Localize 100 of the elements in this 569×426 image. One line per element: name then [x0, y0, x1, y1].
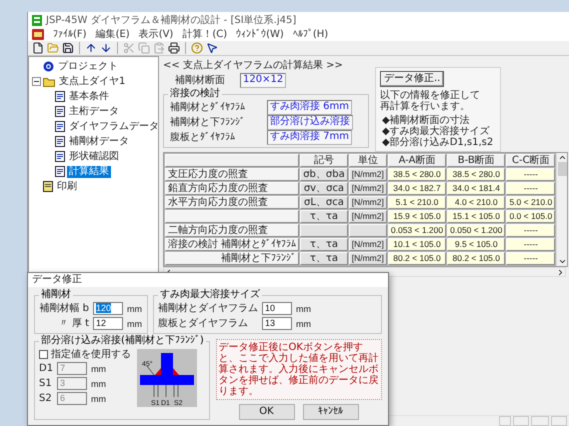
column-header: 記号: [300, 154, 348, 167]
arrow-up-icon[interactable]: [85, 42, 97, 54]
menu-item[interactable]: ﾌｧｲﾙ(F): [53, 28, 87, 41]
table-cell: [N/mm2]: [348, 252, 387, 265]
table-cell: 鉛直方向応力度の照査: [165, 182, 300, 195]
tree-item[interactable]: 支点上ダイヤ1: [57, 76, 128, 88]
field-label: 補剛材と下ﾌﾗﾝｼﾞ: [170, 116, 246, 129]
table-cell: 15.9 < 105.0: [388, 210, 446, 223]
unit-label: mm: [91, 378, 106, 388]
table-cell: σL、σca: [300, 196, 348, 209]
vertical-scrollbar[interactable]: [556, 153, 568, 266]
tree-item[interactable]: 補剛材データ: [67, 136, 131, 148]
printer-icon[interactable]: [168, 42, 180, 54]
table-cell: [N/mm2]: [348, 182, 387, 195]
table-cell: [348, 224, 387, 237]
table-cell: [N/mm2]: [348, 210, 387, 223]
field-label: 補剛材断面: [175, 74, 226, 87]
document-icon: [43, 181, 53, 192]
document-icon: [55, 151, 65, 162]
dialog-title: データ修正: [28, 273, 388, 287]
group-title: 部分溶け込み溶接(補剛材と下ﾌﾗﾝｼﾞ): [40, 335, 205, 347]
document-icon: [55, 91, 65, 102]
table-cell: 5.0 < 210.0: [506, 196, 556, 209]
document-icon: [55, 166, 65, 177]
document-icon: [55, 121, 65, 132]
table-cell: 支圧応力度の照査: [165, 168, 300, 181]
input-field[interactable]: 120: [93, 302, 123, 315]
angle-line: [146, 366, 154, 376]
unit-label: mm: [296, 304, 311, 314]
tree-item[interactable]: 計算結果: [67, 166, 111, 178]
pointer-help-icon[interactable]: [206, 42, 218, 54]
note-text: 以下の情報を修正して: [380, 90, 481, 101]
input-field[interactable]: 12: [93, 317, 123, 330]
tree-item[interactable]: ダイヤフラムデータ: [67, 120, 158, 132]
input-field[interactable]: 10: [262, 302, 292, 315]
info-message: データ修正後にOKボタンを押すと、ここで入力した値を用いて再計算されます。入力後にキャンセルボタンを押せば、修正前のデータに戻ります。: [216, 339, 382, 400]
tree-item[interactable]: 形状確認図: [67, 150, 121, 162]
column-header: C-C断面: [506, 154, 556, 167]
menu-item[interactable]: ｳｨﾝﾄﾞｳ(W): [236, 28, 284, 41]
weld-joint-drawing: [140, 353, 194, 398]
menu-item[interactable]: 編集(E): [96, 28, 130, 41]
table-cell: 0.050 < 1.200: [447, 224, 506, 237]
table-cell: 0.0 < 105.0: [506, 210, 556, 223]
field-label: D1: [39, 362, 54, 375]
table-cell: 15.1 < 105.0: [447, 210, 506, 223]
table-cell: 10.1 < 105.0: [388, 238, 446, 251]
unit-label: mm: [127, 318, 142, 328]
group-title: すみ肉最大溶接サイズ: [159, 289, 261, 301]
table-cell: 9.5 < 105.0: [447, 238, 506, 251]
folder-icon: [43, 76, 55, 86]
tree-item[interactable]: プロジェクト: [56, 60, 120, 72]
app-icon: [32, 14, 42, 26]
checkbox-label: 指定値を使用する: [51, 348, 131, 360]
table-cell: -----: [506, 182, 556, 195]
arrow-down-icon[interactable]: [100, 42, 112, 54]
scroll-thumb[interactable]: [558, 162, 567, 176]
group-title: 溶接の検討: [169, 88, 221, 100]
menu-item[interactable]: ﾍﾙﾌﾟ(H): [292, 28, 328, 41]
checkbox[interactable]: [39, 350, 48, 358]
table-cell: 34.0 < 181.4: [447, 182, 506, 195]
table-cell: 溶接の検討 補剛材とﾀﾞｲﾔﾌﾗﾑ: [165, 238, 300, 251]
field-label: 補剛材とﾀﾞｲﾔﾌﾗﾑ: [170, 101, 246, 114]
bullet-item: ◆補剛材断面の寸法: [382, 115, 471, 126]
table-cell: -----: [506, 238, 556, 251]
scroll-up-icon[interactable]: [558, 153, 567, 162]
file-icon[interactable]: [32, 42, 44, 54]
collapse-icon[interactable]: [32, 77, 41, 86]
unit-label: mm: [91, 364, 106, 374]
table-cell: -----: [506, 224, 556, 237]
table-cell: 38.5 < 280.0: [388, 168, 446, 181]
cancel-button[interactable]: ｷｬﾝｾﾙ: [302, 404, 358, 420]
tree-item[interactable]: 印刷: [55, 180, 79, 192]
value-field: 120×12: [240, 73, 286, 88]
window-title: JSP-45W ダイヤフラム＆補剛材の設計 - [SI単位系.j45]: [46, 14, 296, 27]
menu-item[interactable]: 表示(V): [138, 28, 174, 41]
field-label: 腹板とダイヤフラム: [158, 317, 249, 330]
data-edit-button[interactable]: データ修正..: [380, 71, 444, 87]
ok-button[interactable]: OK: [238, 404, 294, 420]
scroll-down-icon[interactable]: [558, 257, 567, 266]
table-cell: 80.2 < 105.0: [388, 252, 446, 265]
field-label: 補剛材とダイヤフラム: [158, 302, 258, 315]
table-cell: σb、σba: [300, 168, 348, 181]
tree-item[interactable]: 基本条件: [67, 90, 111, 102]
column-header: A-A断面: [388, 154, 446, 167]
document-icon: [32, 29, 44, 40]
table-cell: σv、σca: [300, 182, 348, 195]
table-cell: 二軸方向応力度の照査: [165, 224, 300, 237]
menu-item[interactable]: 計算！(C): [182, 28, 228, 41]
globe-icon: [43, 61, 54, 72]
field-label: S2: [39, 392, 53, 405]
field-label: 補剛材幅 b: [39, 302, 89, 315]
column-header: B-B断面: [447, 154, 506, 167]
bullet-item: ◆すみ肉最大溶接サイズ: [382, 126, 491, 137]
table-cell: 5.1 < 210.0: [388, 196, 446, 209]
scroll-right-icon[interactable]: [556, 268, 565, 276]
tree-item[interactable]: 主桁データ: [67, 106, 121, 118]
bullet-item: ◆部分溶け込みD1,s1,s2: [382, 137, 494, 148]
save-icon[interactable]: [62, 42, 74, 54]
input-field[interactable]: 13: [262, 317, 292, 330]
table-cell: τ、τa: [300, 210, 348, 223]
